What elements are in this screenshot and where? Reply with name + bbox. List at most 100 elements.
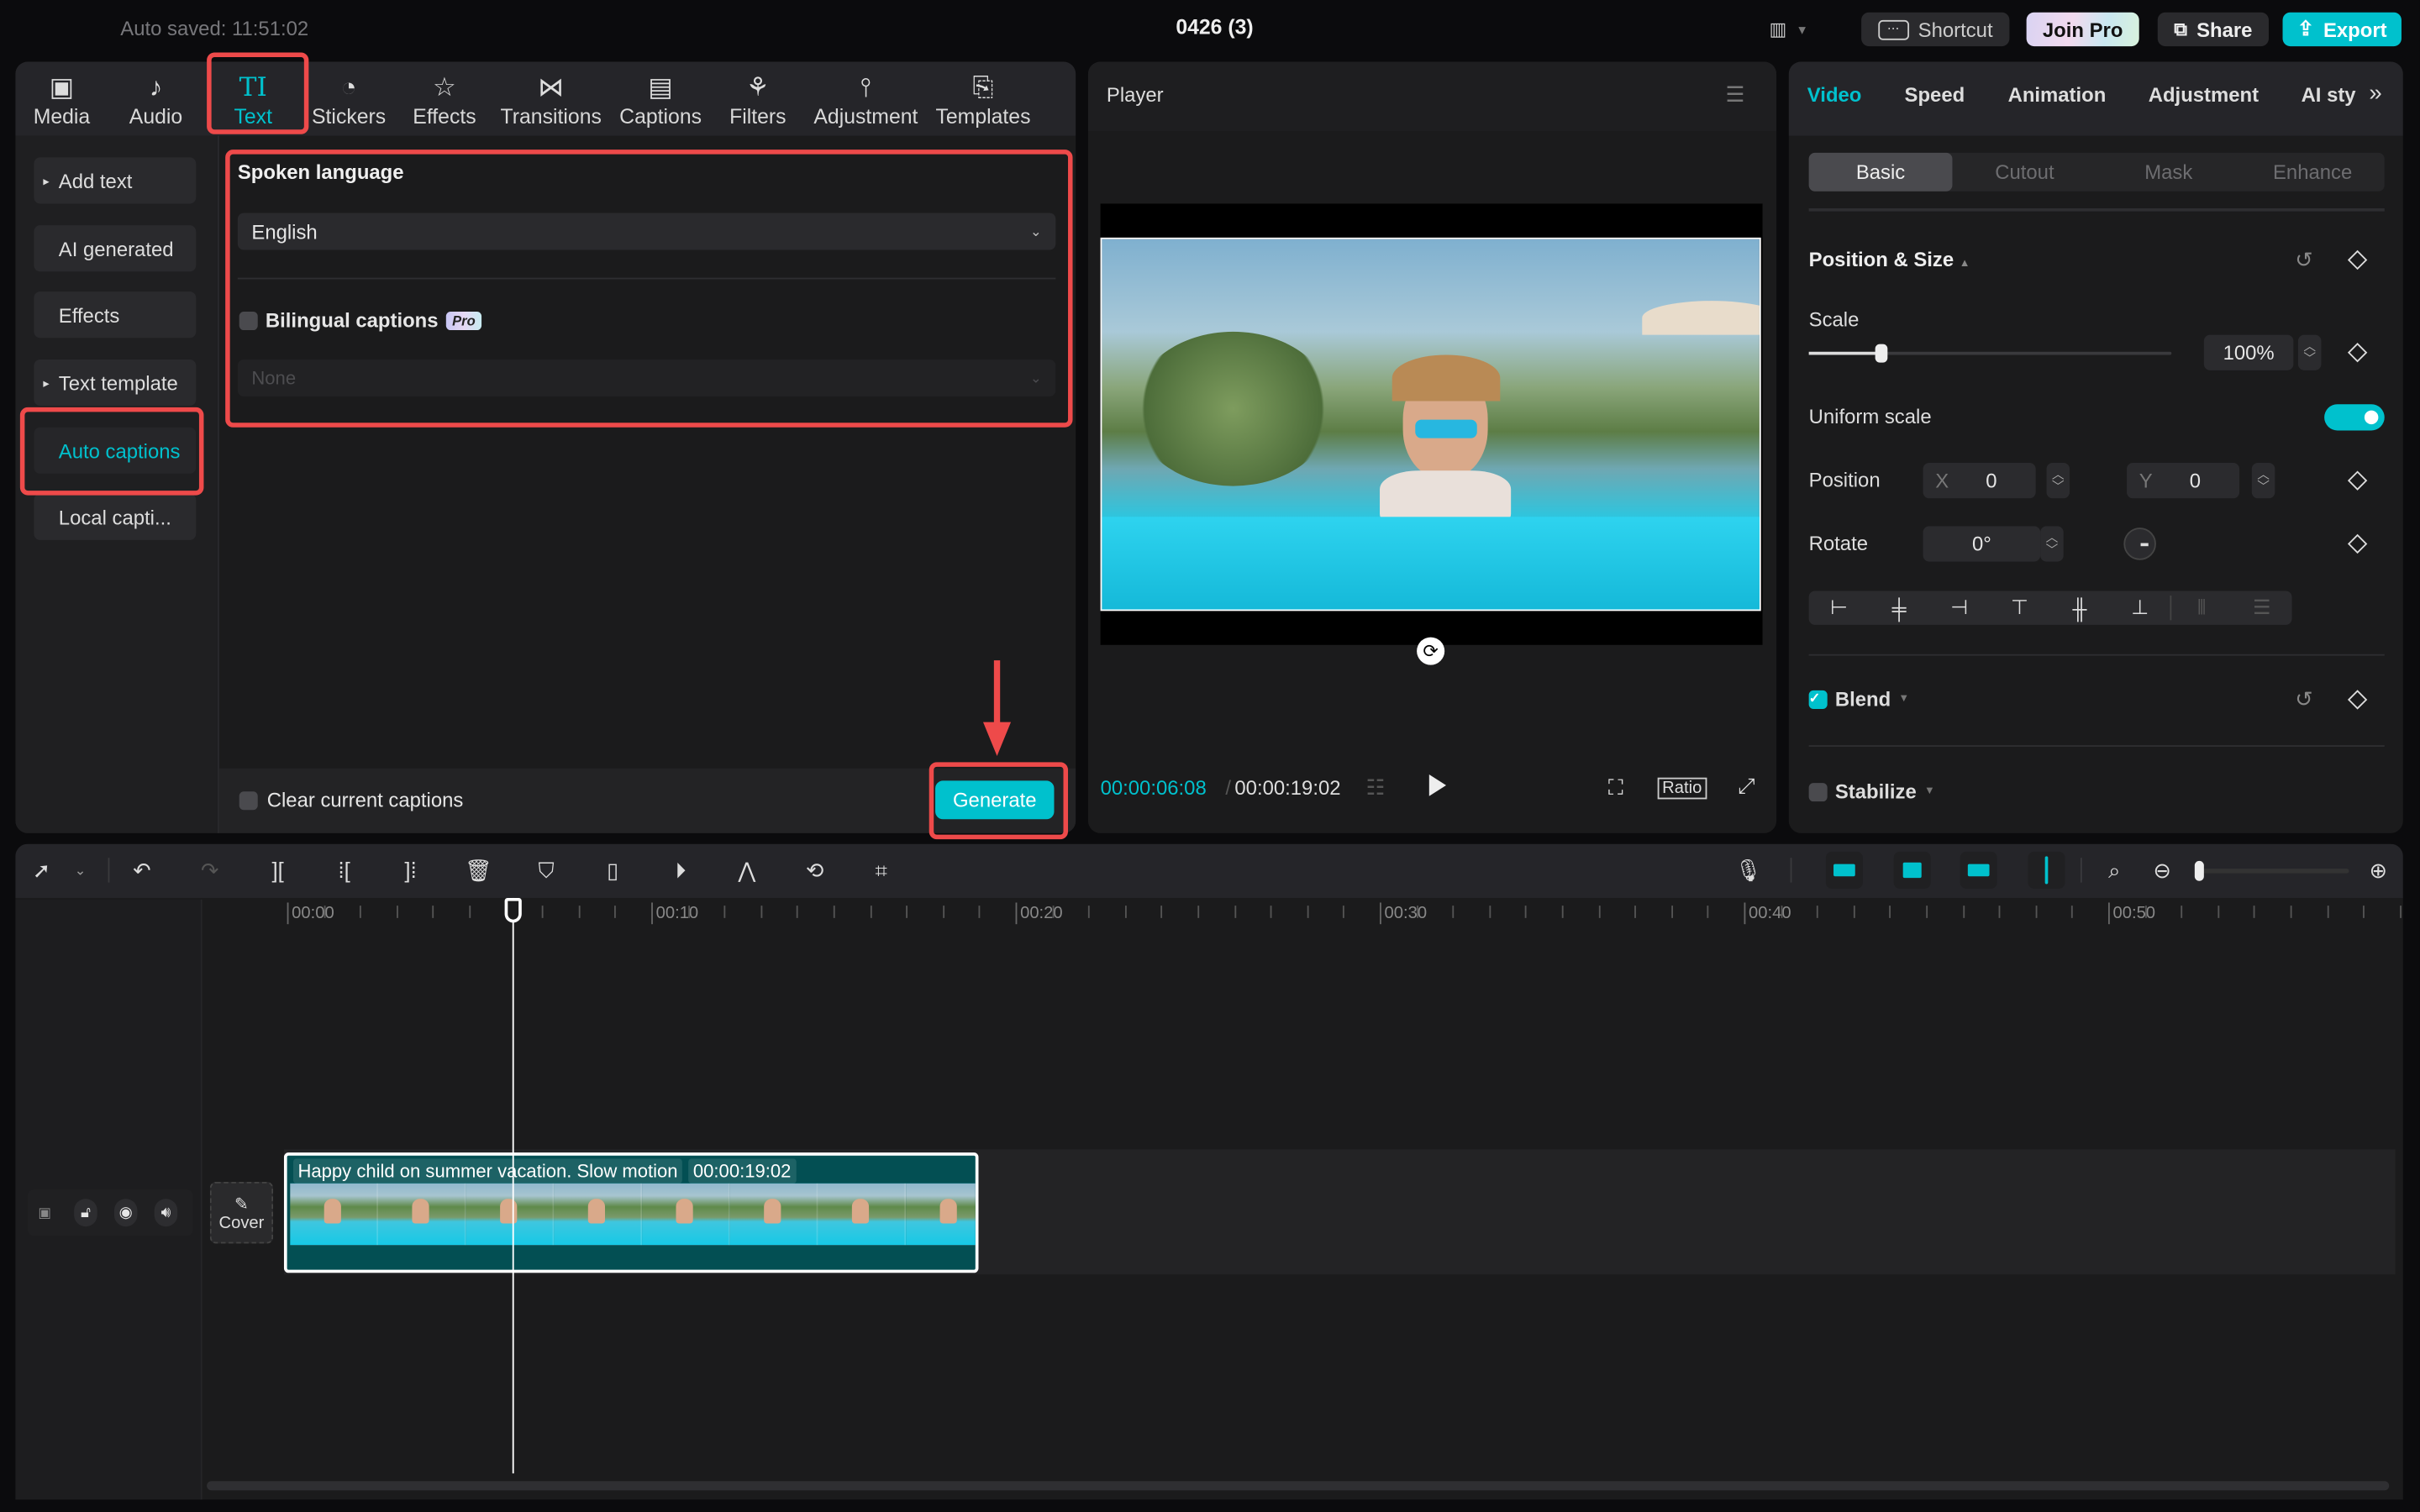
zoom-fit-icon[interactable]: ⛶ — [1608, 774, 1623, 801]
fullscreen-icon[interactable]: ⤢ — [1738, 773, 1755, 799]
keyframe-icon[interactable] — [2347, 249, 2368, 270]
scale-stepper[interactable]: ︿ ﹀ — [2297, 334, 2322, 370]
layout-button[interactable]: ▥ ▼ — [1763, 14, 1815, 45]
menu-icon[interactable]: ☰ — [1725, 81, 1744, 108]
position-x-stepper[interactable]: ︿ ﹀ — [2046, 463, 2070, 499]
inspector-subtab[interactable]: Enhance — [2241, 153, 2385, 192]
linkage-icon[interactable] — [1960, 851, 1997, 889]
split-icon[interactable]: ][ — [264, 856, 292, 884]
sidebar-item-effects[interactable]: Effects — [34, 291, 197, 339]
inspector-tab[interactable]: Speed — [1905, 83, 1965, 107]
position-size-heading[interactable]: Position & Size ▲ — [1809, 248, 1970, 271]
mirror-icon[interactable]: ⋀ — [733, 856, 760, 884]
sidebar-item-ai-generated[interactable]: AI generated — [34, 225, 197, 272]
reset-icon[interactable]: ↺ — [2295, 247, 2313, 273]
distribute-v-icon[interactable]: ☰ — [2232, 596, 2292, 620]
inspector-subtab[interactable]: Basic — [1808, 152, 1953, 192]
rotate-stepper[interactable]: ︿ ﹀ — [2040, 526, 2064, 562]
more-tabs-icon[interactable]: » — [2369, 81, 2381, 107]
audio-volume-icon[interactable]: 🔊︎ — [154, 1199, 178, 1227]
bilingual-language-dropdown[interactable]: None ⌄ — [237, 359, 1056, 397]
generate-button[interactable]: Generate — [935, 780, 1055, 820]
inspector-subtab[interactable]: Mask — [2096, 153, 2240, 192]
playhead-handle[interactable] — [504, 897, 522, 923]
rotate-handle-icon[interactable]: ⟳ — [1417, 637, 1445, 665]
microphone-icon[interactable]: 🎙︎ — [1734, 856, 1763, 884]
keyframe-icon[interactable] — [2347, 690, 2368, 710]
clear-captions-checkbox[interactable] — [239, 790, 258, 810]
rotate-icon[interactable]: ⟲ — [801, 856, 829, 884]
video-canvas[interactable] — [1100, 203, 1763, 645]
zoom-to-fit-icon[interactable]: ⌕ — [2101, 856, 2128, 884]
blend-checkbox[interactable]: ✓ — [1808, 690, 1828, 709]
timeline-zoom-slider[interactable] — [2194, 860, 2349, 881]
keyframe-icon[interactable] — [2347, 470, 2368, 491]
inspector-tab[interactable]: Adjustment — [2149, 83, 2259, 107]
video-clip[interactable]: Happy child on summer vacation. Slow mot… — [283, 1152, 979, 1273]
marker-icon[interactable]: ⛉ — [533, 856, 560, 884]
stabilize-checkbox[interactable] — [1808, 782, 1828, 801]
position-y-input[interactable]: Y0 — [2127, 463, 2240, 499]
tab-filters[interactable]: ⚘ Filters — [729, 61, 786, 135]
grid-icon[interactable]: ☷ — [1366, 774, 1386, 801]
auto-snap-icon[interactable] — [1893, 851, 1931, 889]
export-button[interactable]: ⇪ Export — [2282, 12, 2402, 47]
tab-templates[interactable]: ⎘ Templates — [935, 61, 1030, 135]
zoom-slider-handle[interactable] — [2194, 860, 2204, 881]
preview-axis-icon[interactable] — [2028, 851, 2065, 889]
sidebar-item-text-template[interactable]: ▸ Text template — [34, 359, 197, 407]
redo-icon[interactable]: ↷ — [196, 856, 224, 884]
delete-icon[interactable]: 🗑︎ — [465, 856, 492, 884]
reset-icon[interactable]: ↺ — [2295, 686, 2313, 712]
tab-text[interactable]: TI Text — [234, 61, 271, 135]
rotate-dial[interactable] — [2123, 528, 2156, 560]
ratio-button[interactable]: Ratio — [1657, 777, 1707, 800]
sidebar-item-local-capti-[interactable]: Local capti... — [34, 493, 197, 540]
align-top-icon[interactable]: ⊤ — [1990, 596, 2050, 620]
select-tool-icon[interactable]: ➚ — [28, 856, 55, 884]
scale-slider-handle[interactable] — [1875, 344, 1888, 363]
tab-captions[interactable]: ▤ Captions — [619, 61, 702, 135]
freeze-icon[interactable]: ▯ — [599, 856, 627, 884]
keyframe-icon[interactable] — [2347, 533, 2368, 554]
undo-icon[interactable]: ↶ — [128, 856, 155, 884]
spoken-language-dropdown[interactable]: English ⌄ — [237, 213, 1056, 250]
playhead[interactable] — [504, 897, 522, 1474]
crop-icon[interactable]: ⌗ — [867, 856, 895, 884]
align-center-v-icon[interactable]: ╫ — [2049, 596, 2110, 620]
inspector-tab[interactable]: Animation — [2008, 83, 2107, 107]
sidebar-item-add-text[interactable]: ▸ Add text — [34, 157, 197, 204]
inspector-tab[interactable]: Video — [1807, 83, 1862, 107]
bilingual-captions-checkbox[interactable] — [239, 311, 258, 330]
keyframe-icon[interactable] — [2347, 343, 2368, 363]
inspector-tab[interactable]: AI sty — [2302, 83, 2356, 107]
sidebar-item-auto-captions[interactable]: Auto captions — [34, 427, 197, 474]
tab-audio[interactable]: ♪ Audio — [129, 61, 182, 135]
inspector-subtab[interactable]: Cutout — [1953, 153, 2096, 192]
scale-input[interactable]: 100% — [2203, 334, 2294, 370]
chevron-down-icon[interactable]: ⌄ — [66, 856, 94, 884]
shortcut-button[interactable]: ⋯ Shortcut — [1861, 12, 2010, 47]
reverse-icon[interactable]: ⏵ — [666, 856, 694, 884]
align-bottom-icon[interactable]: ⊥ — [2110, 596, 2170, 620]
timeline-scrollbar[interactable] — [207, 1481, 2390, 1491]
tab-stickers[interactable]: ◔ Stickers — [312, 61, 386, 135]
tab-effects[interactable]: ☆ Effects — [413, 61, 476, 135]
split-left-icon[interactable]: ⁞[ — [330, 856, 358, 884]
eye-icon[interactable]: ◉ — [113, 1199, 138, 1227]
zoom-in-icon[interactable]: ⊕ — [2365, 856, 2392, 884]
distribute-h-icon[interactable]: ⫴ — [2171, 596, 2232, 620]
position-x-input[interactable]: X0 — [1923, 463, 2036, 499]
align-center-h-icon[interactable]: ╪ — [1869, 596, 1929, 620]
rotate-input[interactable]: 0° — [1923, 526, 2041, 562]
align-right-icon[interactable]: ⊣ — [1929, 596, 1990, 620]
scale-slider[interactable] — [1808, 344, 2172, 363]
uniform-scale-toggle[interactable] — [2324, 404, 2385, 431]
split-right-icon[interactable]: ]⁞ — [397, 856, 424, 884]
join-pro-button[interactable]: Join Pro — [2026, 12, 2139, 47]
share-button[interactable]: ⧉ Share — [2157, 12, 2269, 47]
tab-media[interactable]: ▣ Media — [34, 61, 91, 135]
tab-adjustment[interactable]: ⫯ Adjustment — [813, 61, 918, 135]
zoom-out-icon[interactable]: ⊖ — [2149, 856, 2176, 884]
cover-button[interactable]: ✎ Cover — [209, 1181, 274, 1244]
